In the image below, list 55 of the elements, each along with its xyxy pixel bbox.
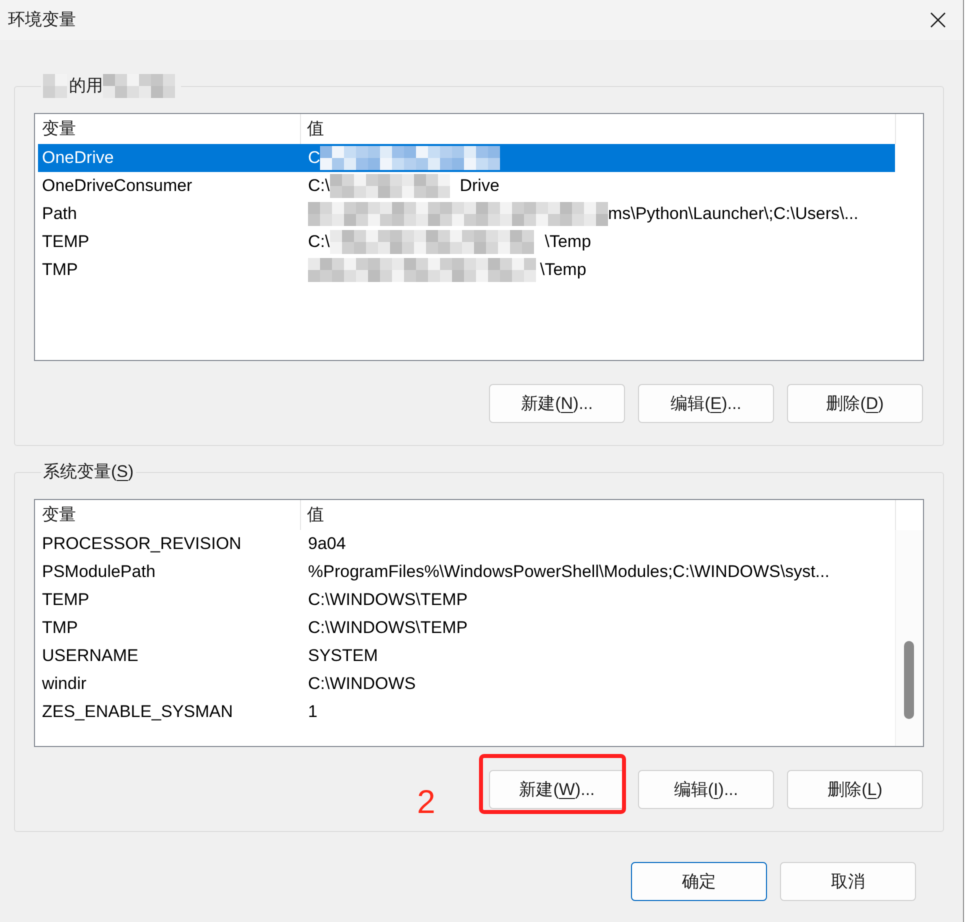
variable-name: TEMP: [42, 231, 90, 254]
action-button[interactable]: 新建(W)...: [489, 770, 625, 809]
dialog-button[interactable]: 确定: [631, 862, 767, 901]
list-row[interactable]: PROCESSOR_REVISION 9a04: [38, 530, 895, 558]
variable-value: C:\WINDOWS\TEMP: [308, 589, 468, 612]
variable-value: Drive: [460, 175, 500, 198]
variable-name: PSModulePath: [42, 561, 156, 584]
pixel-mosaic-drawing: [43, 74, 69, 98]
variable-value: 1: [308, 701, 318, 724]
variable-value: C:\WINDOWS: [308, 673, 416, 696]
list-row[interactable]: TEMP C:\ \Temp: [38, 228, 895, 256]
column-header[interactable]: 值: [301, 500, 896, 530]
scrollbar-thumb[interactable]: [904, 641, 914, 719]
action-button[interactable]: 删除(D): [787, 384, 923, 423]
column-header[interactable]: 变量: [35, 500, 301, 530]
action-button[interactable]: 编辑(I)...: [638, 770, 774, 809]
variable-name: Path: [42, 203, 77, 226]
list-row[interactable]: PSModulePath %ProgramFiles%\WindowsPowerShell\Modules;C:\WINDOWS\syst...: [38, 558, 895, 586]
variable-name: USERNAME: [42, 645, 138, 668]
variable-value: C: [308, 147, 320, 170]
list-row[interactable]: windir C:\WINDOWS: [38, 670, 895, 698]
list-row[interactable]: TMP \Temp: [38, 256, 895, 284]
variable-value: SYSTEM: [308, 645, 378, 668]
variable-value: \Temp: [544, 231, 592, 254]
window-title: 环境变量: [8, 9, 76, 32]
list-row[interactable]: TEMP C:\WINDOWS\TEMP: [38, 586, 895, 614]
variable-name: TMP: [42, 259, 78, 282]
list-row[interactable]: Path ms\Python\Launcher\;C:\Users\...: [38, 200, 895, 228]
action-button[interactable]: 删除(L): [787, 770, 923, 809]
group-title: 的用: [69, 75, 103, 97]
variable-name: TEMP: [42, 589, 90, 612]
list-row[interactable]: TMP C:\WINDOWS\TEMP: [38, 614, 895, 642]
list-row[interactable]: USERNAME SYSTEM: [38, 642, 895, 670]
variable-value: ms\Python\Launcher\;C:\Users\...: [608, 203, 858, 226]
step-number: 2: [417, 785, 436, 818]
variable-name: ZES_ENABLE_SYSMAN: [42, 701, 233, 724]
action-button[interactable]: 新建(N)...: [489, 384, 625, 423]
variable-value: 9a04: [308, 533, 346, 556]
group-title: 系统变量(S): [43, 461, 134, 483]
variable-value: \Temp: [540, 259, 586, 282]
variable-name: PROCESSOR_REVISION: [42, 533, 242, 556]
variable-name: OneDriveConsumer: [42, 175, 192, 198]
list-row[interactable]: ZES_ENABLE_SYSMAN 1: [38, 698, 895, 726]
variable-name: TMP: [42, 617, 78, 640]
list-row[interactable]: OneDrive C: [38, 144, 895, 172]
action-button[interactable]: 编辑(E)...: [638, 384, 774, 423]
variable-value: C:\: [308, 231, 330, 254]
variable-value: C:\WINDOWS\TEMP: [308, 617, 468, 640]
variable-name: windir: [42, 673, 86, 696]
close-icon: [930, 12, 946, 28]
variable-value: %ProgramFiles%\WindowsPowerShell\Modules;C:\WINDOWS\syst...: [308, 561, 830, 584]
list-row[interactable]: OneDriveConsumer C:\ Drive: [38, 172, 895, 200]
variable-name: OneDrive: [42, 147, 114, 170]
variable-value: C:\: [308, 175, 330, 198]
dialog-button[interactable]: 取消: [780, 862, 916, 901]
